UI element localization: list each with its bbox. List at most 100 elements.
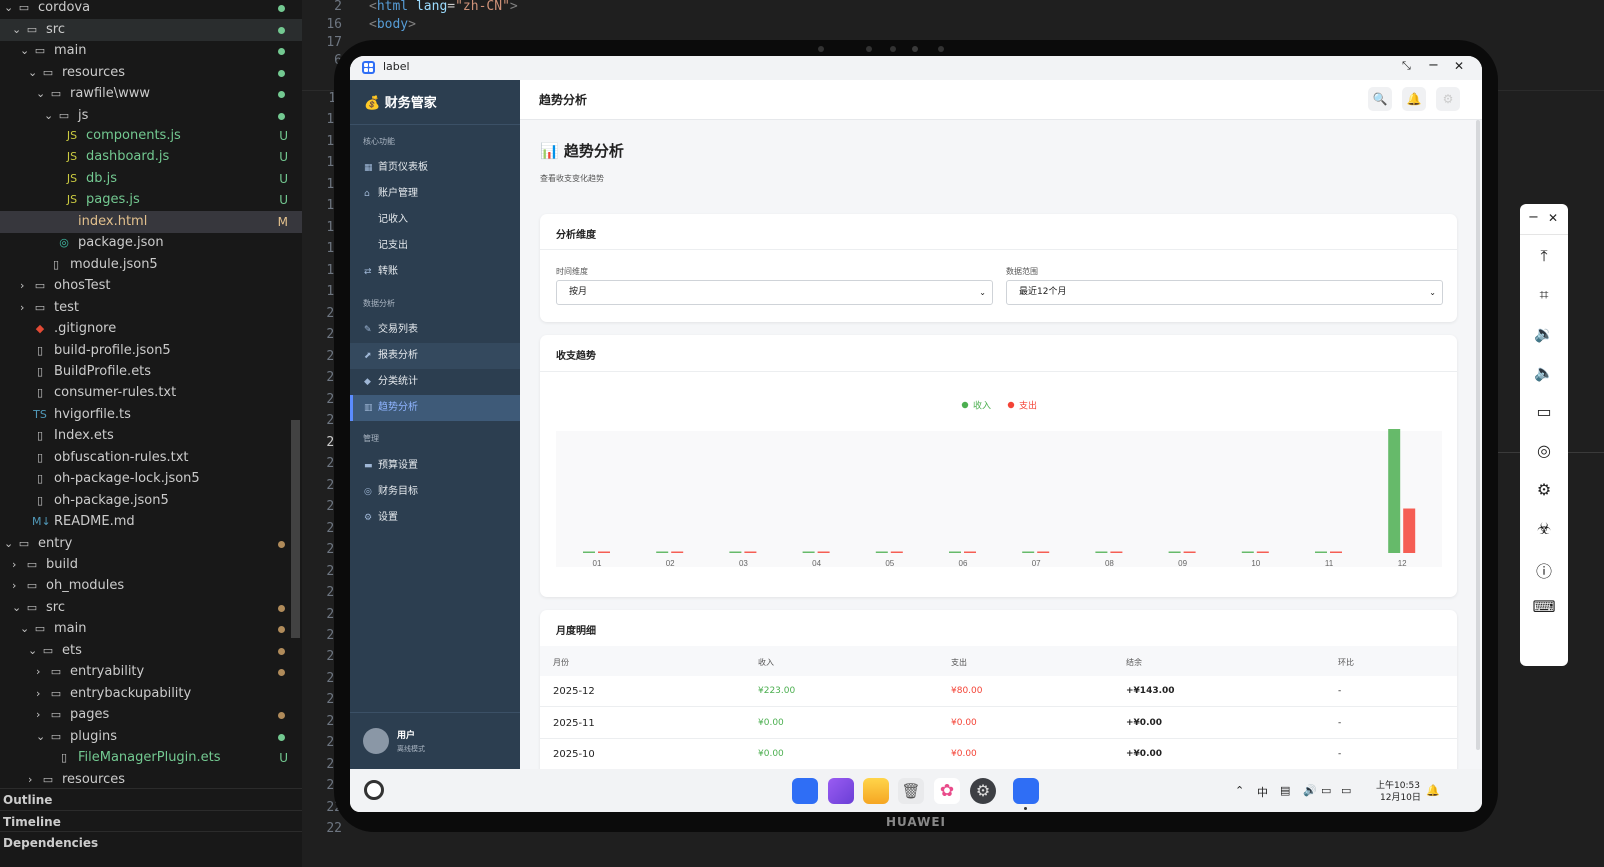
settings-icon[interactable]: ⚙ — [970, 778, 996, 804]
sidebar-item-chart-icon[interactable]: ⬈ 报表分析 — [350, 343, 520, 369]
code-line[interactable]: <html lang="zh-CN"> — [369, 0, 518, 14]
bar-expense[interactable] — [1403, 508, 1416, 553]
sidebar-item-bar-chart-icon[interactable]: ▥ 趋势分析 — [350, 395, 520, 421]
tree-item[interactable]: ⌄ ▭ src — [0, 18, 302, 41]
clipboard-icon[interactable]: ▤ — [1280, 784, 1290, 797]
settings-icon[interactable]: ⚙ — [1520, 480, 1568, 499]
active-app-icon[interactable] — [1013, 778, 1039, 804]
time-dimension-select[interactable]: 按月 ⌄ — [556, 280, 993, 305]
panel-header-outline[interactable]: Outline — [0, 788, 302, 810]
tree-item[interactable]: ▯ consumer-rules.txt — [0, 382, 302, 404]
tree-item[interactable]: ◎ package.json — [0, 232, 302, 254]
table-row[interactable] — [540, 739, 1457, 769]
apps-icon[interactable] — [792, 778, 818, 804]
sidebar-item-memo-icon[interactable]: ✎ 交易列表 — [350, 317, 520, 343]
tree-item[interactable]: TS hvigorfile.ts — [0, 404, 302, 426]
bar-expense[interactable] — [598, 551, 610, 554]
bar-expense[interactable] — [1256, 551, 1269, 554]
settings-button[interactable]: ⚙ — [1436, 87, 1460, 111]
info-icon[interactable]: ⓘ — [1520, 558, 1568, 582]
sidebar-item-transfer-icon[interactable]: ⇄ 转账 — [350, 259, 520, 285]
keyboard-icon[interactable]: ⌨ — [1520, 597, 1568, 616]
globe-icon[interactable]: ◎ — [1520, 441, 1568, 460]
pin-top-icon[interactable]: ⤒ — [1520, 246, 1568, 266]
sidebar-item-bank-icon[interactable]: ⌂ 账户管理 — [350, 181, 520, 207]
notes-icon[interactable] — [863, 778, 889, 804]
tree-item[interactable]: › ▭ build — [0, 554, 302, 576]
tree-item[interactable]: ▯ obfuscation-rules.txt — [0, 447, 302, 469]
sidebar-item-sub-2[interactable]: 记收入 — [350, 207, 520, 233]
notification-button[interactable]: 🔔 — [1402, 87, 1426, 111]
bar-expense[interactable] — [1110, 551, 1123, 554]
tree-item[interactable]: ▯ Index.ets — [0, 425, 302, 447]
tree-item[interactable]: ▯ module.json5 — [0, 254, 302, 276]
bar-expense[interactable] — [890, 551, 903, 554]
avatar[interactable] — [363, 728, 389, 754]
bar-expense[interactable] — [744, 551, 757, 554]
crop-icon[interactable]: ⌗ — [1520, 285, 1568, 305]
bar-income[interactable] — [1022, 551, 1035, 554]
bar-income[interactable] — [583, 551, 595, 554]
tree-item[interactable]: ⌄ ▭ js — [0, 105, 302, 127]
data-range-select[interactable]: 最近12个月 ⌄ — [1006, 280, 1443, 305]
panel-header-timeline[interactable]: Timeline — [0, 809, 302, 832]
tag-shape-icon[interactable]: ▭ — [1520, 402, 1568, 421]
sidebar-item-dashboard-icon[interactable]: ▦ 首页仪表板 — [350, 155, 520, 181]
tree-item[interactable]: ▯ FileManagerPlugin.ets U — [0, 747, 302, 769]
tree-item[interactable]: index.html M — [0, 210, 302, 233]
minimize-button[interactable]: − — [1428, 58, 1439, 73]
battery-icon[interactable]: ▭ — [1341, 784, 1351, 797]
tree-item[interactable]: JS db.js U — [0, 168, 302, 190]
volume-down-icon[interactable]: 🔈 — [1520, 363, 1568, 382]
sidebar-item-target-icon[interactable]: ◎ 财务目标 — [350, 479, 520, 505]
bar-expense[interactable] — [1330, 551, 1342, 554]
search-button[interactable]: 🔍 — [1368, 87, 1392, 111]
minimize-icon[interactable]: − — [1528, 210, 1539, 225]
tree-item[interactable]: ⌄ ▭ cordova — [0, 0, 302, 19]
gallery-icon[interactable]: ✿ — [934, 778, 960, 804]
panel-header-dependencies[interactable]: Dependencies — [0, 831, 302, 853]
sidebar-item-card-icon[interactable]: ▬ 预算设置 — [350, 453, 520, 479]
tree-item[interactable]: ◆ .gitignore — [0, 318, 302, 340]
tree-item[interactable]: › ▭ pages — [0, 704, 302, 726]
bar-income[interactable] — [1241, 551, 1254, 554]
bar-income[interactable] — [875, 551, 888, 554]
display-icon[interactable]: ▭ — [1321, 784, 1331, 797]
tree-item[interactable]: › ▭ entrybackupability — [0, 683, 302, 705]
tree-item[interactable]: ⌄ ▭ ets — [0, 640, 302, 662]
home-button[interactable] — [364, 780, 384, 800]
input-method-icon[interactable]: 中 — [1257, 784, 1268, 800]
tree-item[interactable]: ⌄ ▭ rawfile\www — [0, 83, 302, 105]
bar-income[interactable] — [802, 551, 815, 554]
tree-item[interactable]: ▯ BuildProfile.ets — [0, 361, 302, 383]
tree-item[interactable]: ▯ oh-package-lock.json5 — [0, 468, 302, 490]
tree-item[interactable]: › ▭ ohosTest — [0, 275, 302, 297]
bar-expense[interactable] — [1037, 551, 1050, 554]
tree-item[interactable]: JS dashboard.js U — [0, 146, 302, 168]
bar-income[interactable] — [1315, 551, 1327, 554]
sidebar-item-sub-3[interactable]: 记支出 — [350, 233, 520, 259]
tree-item[interactable]: ⌄ ▭ main — [0, 618, 302, 640]
tree-item[interactable]: › ▭ oh_modules — [0, 575, 302, 597]
bar-income[interactable] — [1168, 551, 1181, 554]
bar-income[interactable] — [1095, 551, 1108, 554]
tree-item[interactable]: › ▭ test — [0, 297, 302, 319]
sidebar-item-gear-icon[interactable]: ⚙ 设置 — [350, 505, 520, 531]
bar-expense[interactable] — [671, 551, 684, 554]
sidebar-item-tag-icon[interactable]: ◆ 分类统计 — [350, 369, 520, 395]
bar-expense[interactable] — [964, 551, 976, 554]
restore-icon[interactable]: ⤡ — [1402, 59, 1411, 73]
scrollbar[interactable] — [1476, 120, 1480, 750]
chevron-up-icon[interactable]: ⌃ — [1235, 784, 1244, 797]
tree-item[interactable]: ⌄ ▭ plugins — [0, 726, 302, 748]
code-line[interactable]: <body> — [369, 17, 416, 32]
trash-icon[interactable]: 🗑 — [898, 778, 924, 804]
bug-icon[interactable]: ☣ — [1520, 519, 1568, 538]
clock-date[interactable]: 12月10日 — [1380, 790, 1421, 803]
bell-icon[interactable]: 🔔 — [1426, 784, 1440, 797]
bar-income[interactable] — [729, 551, 742, 554]
close-icon[interactable]: ✕ — [1548, 211, 1558, 225]
bar-income[interactable] — [949, 551, 961, 554]
tree-item[interactable]: ▯ build-profile.json5 — [0, 340, 302, 362]
tree-item[interactable]: ⌄ ▭ entry — [0, 533, 302, 555]
